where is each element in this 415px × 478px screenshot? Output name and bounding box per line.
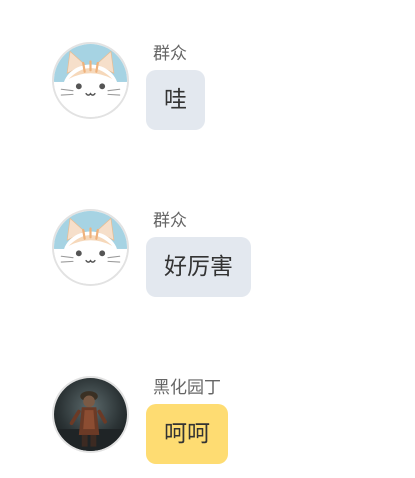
chat-message: 群众 哇 bbox=[0, 42, 415, 144]
cat-avatar-icon bbox=[54, 44, 127, 117]
chat-message: 群众 好厉害 bbox=[0, 209, 415, 311]
sender-name: 黑化园丁 bbox=[153, 378, 221, 398]
character-portrait-icon[interactable] bbox=[52, 376, 129, 453]
sender-name: 群众 bbox=[153, 211, 187, 231]
message-bubble[interactable]: 哇 bbox=[146, 70, 205, 130]
sender-name: 群众 bbox=[153, 44, 187, 64]
message-bubble[interactable]: 好厉害 bbox=[146, 237, 251, 297]
cat-avatar-icon[interactable] bbox=[52, 42, 129, 119]
cat-avatar-icon[interactable] bbox=[52, 209, 129, 286]
cat-avatar-icon bbox=[54, 211, 127, 284]
chat-message: 黑化园丁 呵呵 bbox=[0, 376, 415, 478]
character-portrait-icon bbox=[54, 378, 127, 451]
message-bubble[interactable]: 呵呵 bbox=[146, 404, 228, 464]
